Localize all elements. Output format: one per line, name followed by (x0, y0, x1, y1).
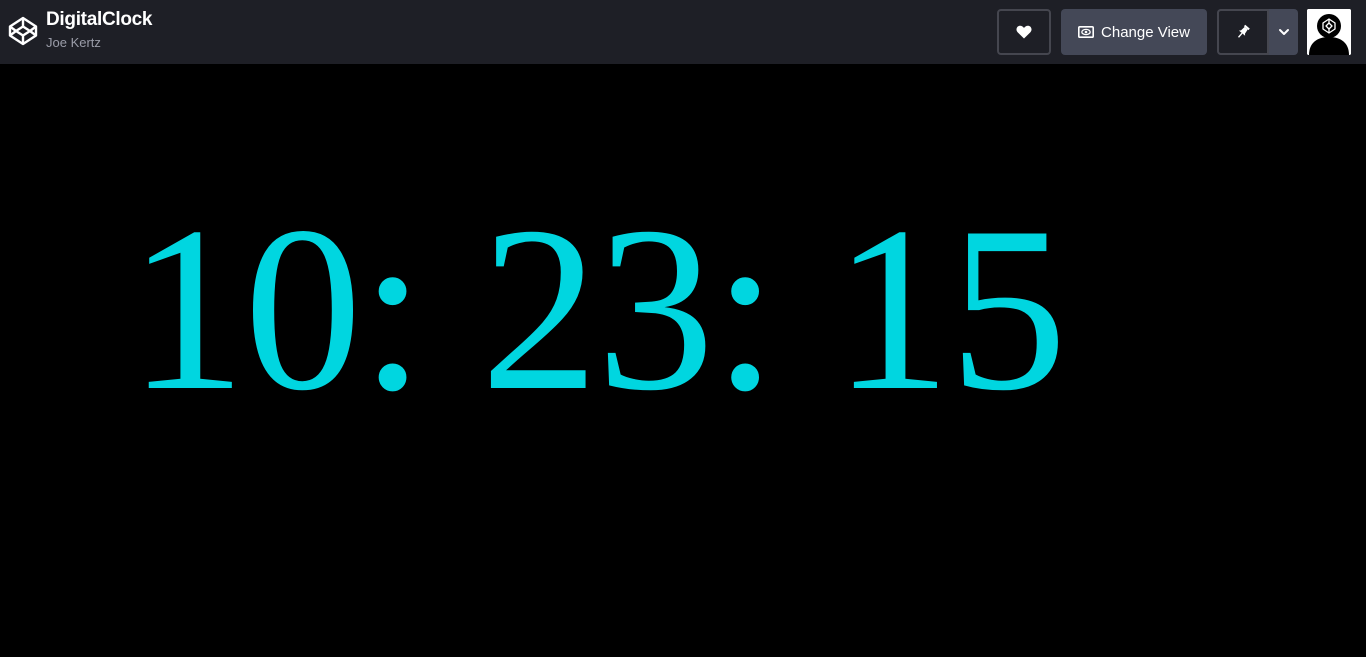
clock-display: 10: 23: 15 (128, 179, 1067, 440)
pin-button-group (1217, 9, 1298, 55)
pin-button[interactable] (1217, 9, 1269, 55)
like-button[interactable] (997, 9, 1051, 55)
chevron-down-icon (1278, 29, 1289, 35)
eye-icon (1078, 26, 1095, 38)
codepen-logo-icon[interactable] (8, 16, 38, 46)
author-name[interactable]: Joe Kertz (46, 35, 101, 51)
user-avatar[interactable] (1307, 9, 1351, 55)
user-avatar-icon (1307, 9, 1351, 55)
change-view-label: Change View (1101, 23, 1190, 41)
pin-icon (1237, 24, 1250, 38)
pen-title[interactable]: DigitalClock (46, 9, 153, 31)
change-view-button[interactable]: Change View (1061, 9, 1207, 55)
pin-dropdown-button[interactable] (1269, 9, 1298, 55)
heart-icon (1016, 25, 1032, 39)
top-bar: DigitalClock Joe Kertz Change View (0, 0, 1366, 64)
